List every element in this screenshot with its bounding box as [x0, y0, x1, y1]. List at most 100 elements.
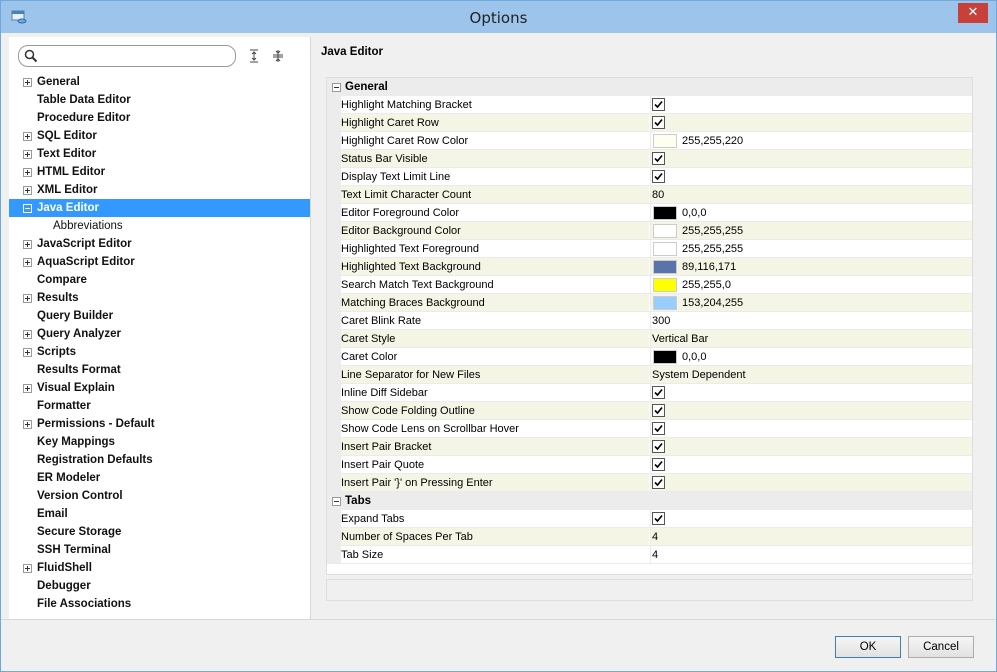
checkbox[interactable] [652, 98, 665, 111]
color-swatch[interactable] [653, 350, 677, 364]
tree-item-version-control[interactable]: Version Control [9, 487, 310, 505]
property-value[interactable] [650, 456, 972, 473]
property-value[interactable] [650, 510, 972, 527]
tree-item-text-editor[interactable]: Text Editor [9, 145, 310, 163]
expand-icon[interactable] [23, 348, 32, 357]
tree-item-xml-editor[interactable]: XML Editor [9, 181, 310, 199]
checkbox[interactable] [652, 440, 665, 453]
property-row[interactable]: Highlight Caret Row [327, 114, 972, 132]
property-row[interactable]: Editor Background Color 255,255,255 [327, 222, 972, 240]
color-swatch[interactable] [653, 242, 677, 256]
checkbox[interactable] [652, 116, 665, 129]
ok-button[interactable]: OK [835, 636, 901, 658]
property-value[interactable]: 0,0,0 [650, 348, 972, 365]
collapse-icon[interactable] [23, 204, 32, 213]
tree-item-compare[interactable]: Compare [9, 271, 310, 289]
property-value[interactable]: 89,116,171 [650, 258, 972, 275]
checkbox[interactable] [652, 458, 665, 471]
checkbox[interactable] [652, 152, 665, 165]
property-row[interactable]: Matching Braces Background 153,204,255 [327, 294, 972, 312]
property-row[interactable]: Expand Tabs [327, 510, 972, 528]
property-row[interactable]: Show Code Lens on Scrollbar Hover [327, 420, 972, 438]
title-bar[interactable]: Options ✕ [1, 1, 996, 33]
property-row[interactable]: Caret Blink Rate 300 [327, 312, 972, 330]
checkbox[interactable] [652, 404, 665, 417]
color-swatch[interactable] [653, 260, 677, 274]
tree-item-scripts[interactable]: Scripts [9, 343, 310, 361]
property-row[interactable]: Highlight Matching Bracket [327, 96, 972, 114]
property-row[interactable]: Caret Style Vertical Bar [327, 330, 972, 348]
cancel-button[interactable]: Cancel [908, 636, 974, 658]
tree-item-results-format[interactable]: Results Format [9, 361, 310, 379]
expand-icon[interactable] [23, 240, 32, 249]
property-value[interactable]: 255,255,255 [650, 240, 972, 257]
property-row[interactable]: Inline Diff Sidebar [327, 384, 972, 402]
property-value[interactable]: 4 [650, 528, 972, 545]
color-swatch[interactable] [653, 206, 677, 220]
color-swatch[interactable] [653, 224, 677, 238]
checkbox[interactable] [652, 422, 665, 435]
tree-item-abbreviations[interactable]: Abbreviations [9, 217, 310, 235]
tree-item-html-editor[interactable]: HTML Editor [9, 163, 310, 181]
search-box[interactable] [18, 45, 236, 67]
tree-item-results[interactable]: Results [9, 289, 310, 307]
tree-item-general[interactable]: General [9, 73, 310, 91]
tree-item-query-builder[interactable]: Query Builder [9, 307, 310, 325]
expand-icon[interactable] [23, 294, 32, 303]
property-row[interactable]: Highlight Caret Row Color 255,255,220 [327, 132, 972, 150]
tree-item-java-editor[interactable]: Java Editor [9, 199, 310, 217]
property-row[interactable]: Tab Size 4 [327, 546, 972, 564]
property-row[interactable]: Insert Pair Bracket [327, 438, 972, 456]
color-swatch[interactable] [653, 134, 677, 148]
property-value[interactable]: 153,204,255 [650, 294, 972, 311]
property-row[interactable]: Editor Foreground Color 0,0,0 [327, 204, 972, 222]
property-value[interactable]: 300 [650, 312, 972, 329]
tree-item-debugger[interactable]: Debugger [9, 577, 310, 595]
property-value[interactable]: 0,0,0 [650, 204, 972, 221]
property-value[interactable] [650, 438, 972, 455]
property-value[interactable] [650, 420, 972, 437]
tree-item-sql-editor[interactable]: SQL Editor [9, 127, 310, 145]
expand-icon[interactable] [23, 258, 32, 267]
property-value[interactable] [650, 402, 972, 419]
property-value[interactable]: System Dependent [650, 366, 972, 383]
property-value[interactable]: 255,255,255 [650, 222, 972, 239]
property-row[interactable]: Highlighted Text Background 89,116,171 [327, 258, 972, 276]
tree-item-permissions-default[interactable]: Permissions - Default [9, 415, 310, 433]
property-row[interactable]: Line Separator for New Files System Depen… [327, 366, 972, 384]
tree-item-email[interactable]: Email [9, 505, 310, 523]
property-value[interactable] [650, 114, 972, 131]
property-row[interactable]: Display Text Limit Line [327, 168, 972, 186]
expand-icon[interactable] [23, 186, 32, 195]
property-value[interactable]: 255,255,220 [650, 132, 972, 149]
property-value[interactable] [650, 384, 972, 401]
grid-category[interactable]: Tabs [327, 492, 972, 510]
property-value[interactable]: 4 [650, 546, 972, 563]
expand-icon[interactable] [23, 564, 32, 573]
tree-item-registration-defaults[interactable]: Registration Defaults [9, 451, 310, 469]
expand-icon[interactable] [23, 384, 32, 393]
property-row[interactable]: Status Bar Visible [327, 150, 972, 168]
collapse-all-icon[interactable] [271, 49, 285, 63]
property-row[interactable]: Insert Pair '}' on Pressing Enter [327, 474, 972, 492]
tree-item-key-mappings[interactable]: Key Mappings [9, 433, 310, 451]
expand-icon[interactable] [23, 78, 32, 87]
tree-item-secure-storage[interactable]: Secure Storage [9, 523, 310, 541]
property-row[interactable]: Text Limit Character Count 80 [327, 186, 972, 204]
collapse-icon[interactable] [332, 497, 341, 506]
property-row[interactable]: Insert Pair Quote [327, 456, 972, 474]
search-input[interactable] [41, 48, 231, 64]
checkbox[interactable] [652, 170, 665, 183]
property-value[interactable] [650, 96, 972, 113]
color-swatch[interactable] [653, 278, 677, 292]
tree-item-javascript-editor[interactable]: JavaScript Editor [9, 235, 310, 253]
checkbox[interactable] [652, 386, 665, 399]
checkbox[interactable] [652, 476, 665, 489]
expand-icon[interactable] [23, 150, 32, 159]
tree-item-formatter[interactable]: Formatter [9, 397, 310, 415]
close-button[interactable]: ✕ [958, 3, 988, 23]
expand-icon[interactable] [23, 330, 32, 339]
grid-category[interactable]: General [327, 78, 972, 96]
tree-item-ssh-terminal[interactable]: SSH Terminal [9, 541, 310, 559]
property-row[interactable]: Highlighted Text Foreground 255,255,255 [327, 240, 972, 258]
